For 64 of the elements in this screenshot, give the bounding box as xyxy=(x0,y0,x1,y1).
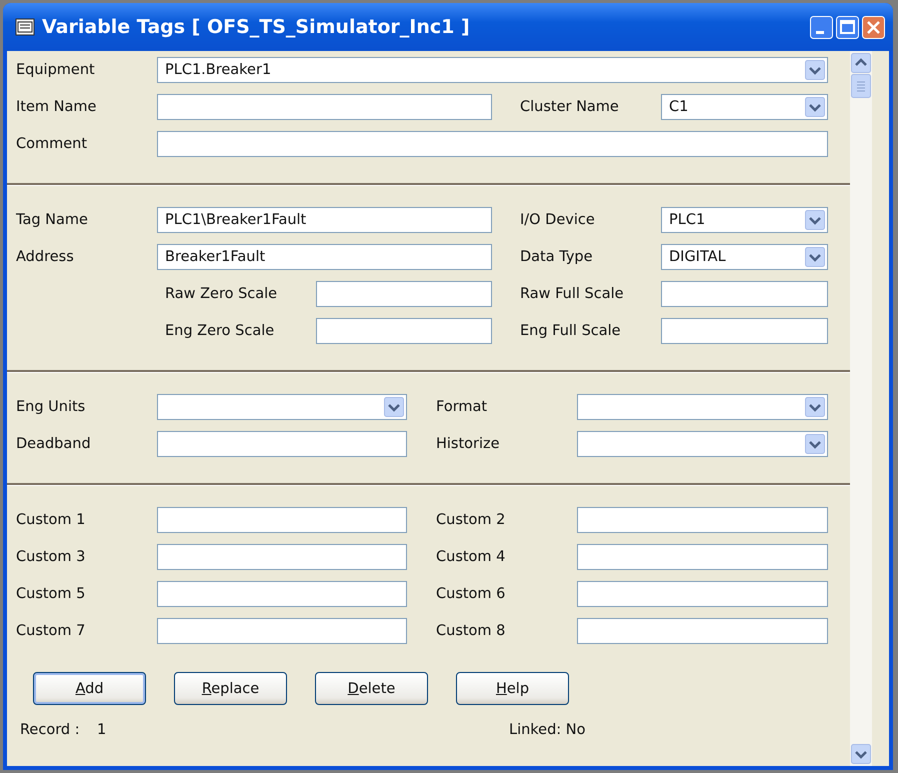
close-button[interactable] xyxy=(862,16,885,38)
input-field[interactable]: Breaker1Fault xyxy=(157,244,492,270)
field-label: Raw Full Scale xyxy=(520,286,624,302)
input-field[interactable] xyxy=(157,94,492,120)
input-field[interactable] xyxy=(661,281,828,307)
field-label: Custom 6 xyxy=(436,586,506,602)
input-field[interactable] xyxy=(316,281,492,307)
input-field[interactable]: PLC1\Breaker1Fault xyxy=(157,207,492,233)
scroll-down-button[interactable] xyxy=(851,744,871,764)
input-field[interactable] xyxy=(157,507,407,533)
field-label: Item Name xyxy=(16,99,96,115)
dropdown-field[interactable]: PLC1 xyxy=(661,207,828,233)
field-label: Comment xyxy=(16,136,88,152)
field-label: Historize xyxy=(436,436,500,452)
window-title: Variable Tags [ OFS_TS_Simulator_Inc1 ] xyxy=(42,16,471,38)
dialog-button[interactable]: Delete xyxy=(315,672,428,705)
dialog-button[interactable]: Replace xyxy=(174,672,287,705)
minimize-button[interactable] xyxy=(810,16,833,38)
field-label: Custom 2 xyxy=(436,512,506,528)
field-label: Custom 1 xyxy=(16,512,86,528)
input-field[interactable] xyxy=(157,431,407,457)
dropdown-field[interactable] xyxy=(157,394,407,420)
input-field[interactable] xyxy=(661,318,828,344)
dialog-button[interactable]: Help xyxy=(456,672,569,705)
field-label: Deadband xyxy=(16,436,91,452)
window-icon xyxy=(15,18,35,36)
dropdown-field[interactable] xyxy=(577,394,828,420)
field-label: Eng Zero Scale xyxy=(165,323,274,339)
field-label: Custom 4 xyxy=(436,549,506,565)
scrollbar[interactable] xyxy=(850,51,872,766)
field-label: Custom 3 xyxy=(16,549,86,565)
input-field[interactable] xyxy=(157,581,407,607)
input-field[interactable] xyxy=(577,544,828,570)
field-label: I/O Device xyxy=(520,212,595,228)
field-label: Custom 7 xyxy=(16,623,86,639)
input-field[interactable] xyxy=(577,618,828,644)
dropdown-field[interactable]: PLC1.Breaker1 xyxy=(157,57,828,83)
field-label: Custom 5 xyxy=(16,586,86,602)
dropdown-field[interactable]: DIGITAL xyxy=(661,244,828,270)
scroll-up-button[interactable] xyxy=(851,53,871,73)
maximize-button[interactable] xyxy=(836,16,859,38)
field-label: Tag Name xyxy=(16,212,88,228)
input-field[interactable] xyxy=(157,131,828,157)
input-field[interactable] xyxy=(577,507,828,533)
dropdown-field[interactable] xyxy=(577,431,828,457)
field-label: Format xyxy=(436,399,488,415)
field-label: Raw Zero Scale xyxy=(165,286,278,302)
input-field[interactable] xyxy=(157,618,407,644)
input-field[interactable] xyxy=(316,318,492,344)
field-label: Custom 8 xyxy=(436,623,506,639)
record-value: 1 xyxy=(97,722,108,738)
field-label: Address xyxy=(16,249,74,265)
record-label: Record : xyxy=(20,722,81,738)
field-label: Data Type xyxy=(520,249,593,265)
linked-status: Linked: No xyxy=(509,722,586,738)
dropdown-field[interactable]: C1 xyxy=(661,94,828,120)
field-label: Eng Full Scale xyxy=(520,323,621,339)
field-label: Eng Units xyxy=(16,399,86,415)
dialog-button[interactable]: Add xyxy=(33,672,146,705)
scroll-thumb[interactable] xyxy=(851,74,871,98)
field-label: Equipment xyxy=(16,62,95,78)
input-field[interactable] xyxy=(577,581,828,607)
field-label: Cluster Name xyxy=(520,99,619,115)
input-field[interactable] xyxy=(157,544,407,570)
